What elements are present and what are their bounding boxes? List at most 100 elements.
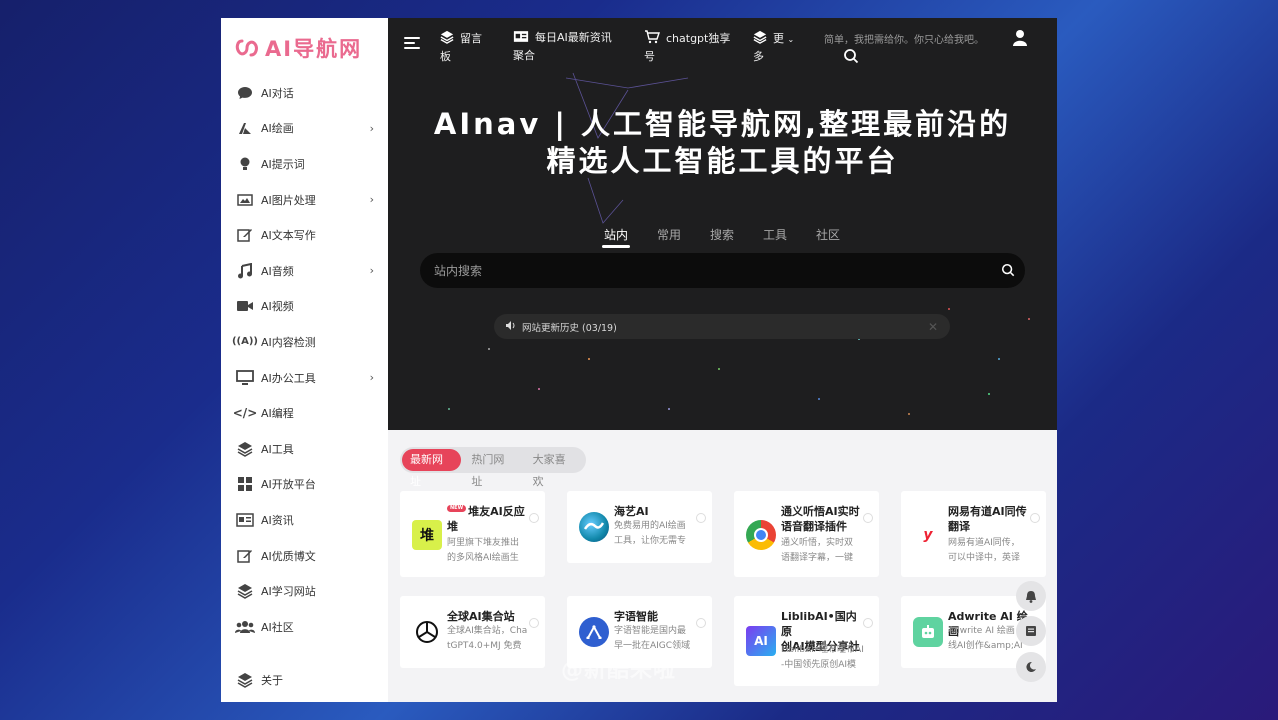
tab-favorites[interactable]: 大家喜欢: [525, 449, 584, 488]
tab-tools[interactable]: 工具: [763, 226, 816, 243]
card-desc-line: 早一批在AIGC领域: [614, 641, 691, 651]
site-card[interactable]: 通义听悟AI实时 语音翻译插件 通义听悟，实时双 语翻译字幕，一键: [734, 491, 879, 577]
chrome-logo-icon: [746, 520, 776, 550]
sidebar-item-about[interactable]: 关于: [221, 662, 388, 698]
sidebar-item-ai-audio[interactable]: AI音频 ›: [221, 253, 388, 289]
sidebar-item-label: AI学习网站: [261, 585, 316, 599]
code-icon: </>: [232, 406, 258, 421]
monitor-icon: [235, 369, 255, 387]
sidebar-item-label: AI开放平台: [261, 478, 316, 492]
sidebar-item-ai-blogs[interactable]: AI优质博文: [221, 538, 388, 574]
goto-icon[interactable]: [696, 618, 706, 628]
sidebar-item-ai-paint[interactable]: AI绘画 ›: [221, 111, 388, 147]
watermark-text: @新酷来啦: [561, 658, 677, 683]
menu-toggle-button[interactable]: [404, 37, 420, 51]
site-list-section: 最新网址 热门网址 大家喜欢 堆 NEW 堆友AI反应堆 阿里旗下堆友推出 的多风格…: [388, 430, 1057, 702]
antenna-icon: ((A)): [231, 336, 259, 348]
topnav-label: chatgpt独享: [666, 32, 731, 45]
sidebar-item-ai-community[interactable]: AI社区: [221, 609, 388, 645]
card-desc-line: Adwrite AI 绘画 |: [948, 626, 1021, 636]
sidebar-item-ai-writing[interactable]: AI文本写作: [221, 217, 388, 253]
duiyou-logo-icon: 堆: [412, 520, 442, 550]
sidebar-item-label: AI图片处理: [261, 193, 316, 207]
chat-bubble-icon: [235, 84, 255, 102]
card-desc: 免费易用的AI绘画 工具，让你无需专: [614, 519, 702, 549]
card-title: 网易有道AI同传 翻译: [948, 504, 1034, 534]
card-title-line: 字语智能: [614, 610, 658, 623]
site-card[interactable]: 海艺AI 免费易用的AI绘画 工具，让你无需专: [567, 491, 712, 563]
music-icon: [235, 262, 255, 280]
search-placeholder: 站内搜索: [434, 264, 483, 278]
sidebar-item-ai-prompt[interactable]: AI提示词: [221, 146, 388, 182]
sidebar-item-ai-open-platform[interactable]: AI开放平台: [221, 467, 388, 503]
site-card[interactable]: y 网易有道AI同传 翻译 网易有道AI同传， 可以中译中，英译: [901, 491, 1046, 577]
site-logo[interactable]: AI导航网: [235, 34, 362, 62]
search-icon[interactable]: [1001, 263, 1015, 280]
site-card[interactable]: 全球AI集合站 全球AI集合站，Cha tGPT4.0+MJ 免费: [400, 596, 545, 668]
sidebar-item-label: AI视频: [261, 300, 294, 314]
dark-mode-toggle-icon[interactable]: [1016, 652, 1046, 682]
topnav-more[interactable]: 更 ⌄ 多: [753, 30, 794, 65]
update-notice-bar[interactable]: 网站更新历史 (03/19) ✕: [494, 314, 950, 339]
sidebar-item-label: AI编程: [261, 407, 294, 421]
goto-icon[interactable]: [529, 618, 539, 628]
sidebar-item-ai-tools[interactable]: AI工具: [221, 431, 388, 467]
sidebar-item-ai-office[interactable]: AI办公工具 ›: [221, 360, 388, 396]
tab-latest[interactable]: 最新网址: [402, 449, 462, 488]
topnav-daily-news[interactable]: 每日AI最新资讯 聚合: [513, 30, 612, 64]
search-input[interactable]: 站内搜索: [420, 253, 1025, 288]
sidebar-item-ai-news[interactable]: AI资讯: [221, 502, 388, 538]
close-icon[interactable]: ✕: [928, 320, 938, 334]
sidebar-item-ai-image[interactable]: AI图片处理 ›: [221, 182, 388, 218]
card-title-line: 堆: [447, 520, 458, 533]
goto-icon[interactable]: [696, 513, 706, 523]
card-desc-line: 阿里旗下堆友推出: [447, 538, 520, 548]
topnav-label: 聚合: [513, 49, 535, 62]
user-icon[interactable]: [1012, 29, 1028, 50]
search-icon[interactable]: [843, 48, 859, 67]
card-title: 通义听悟AI实时 语音翻译插件: [781, 504, 867, 534]
youdao-logo-icon: y: [913, 520, 943, 550]
newspaper-icon[interactable]: [1016, 616, 1046, 646]
site-card[interactable]: AI LiblibAI•国内原 创AI模型分享社 LiblibAI•哩布哩布AI -…: [734, 596, 879, 686]
sidebar-item-ai-coding[interactable]: </> AI编程: [221, 395, 388, 431]
sidebar-item-label: AI工具: [261, 442, 294, 456]
card-desc-line: tGPT4.0+MJ 免费: [447, 641, 522, 651]
hero-title-line: 精选人工智能工具的平台: [546, 144, 899, 178]
tab-site[interactable]: 站内: [602, 226, 657, 248]
hero-title: AInav | 人工智能导航网,整理最前沿的 精选人工智能工具的平台: [388, 106, 1057, 180]
bell-icon[interactable]: [1016, 581, 1046, 611]
sidebar-item-ai-chat[interactable]: AI对话: [221, 75, 388, 111]
goto-icon[interactable]: [1030, 513, 1040, 523]
card-desc: 全球AI集合站，Cha tGPT4.0+MJ 免费: [447, 624, 535, 654]
card-desc-line: 全球AI集合站，Cha: [447, 626, 528, 636]
tab-search[interactable]: 搜索: [710, 226, 763, 243]
topnav-chatgpt-account[interactable]: chatgpt独享 号: [644, 30, 730, 65]
topnav-label: 留言: [460, 32, 482, 45]
openai-logo-icon: [412, 617, 442, 647]
site-card[interactable]: 堆 NEW 堆友AI反应堆 阿里旗下堆友推出 的多风格AI绘画生: [400, 491, 545, 577]
sidebar: AI导航网 AI对话 AI绘画 › AI提示词 AI图片处理 › AI文本写作 …: [221, 18, 388, 702]
card-desc-line: 通义听悟，实时双: [781, 538, 854, 548]
sidebar-item-label: AI对话: [261, 86, 294, 100]
goto-icon[interactable]: [863, 618, 873, 628]
sidebar-item-ai-detection[interactable]: ((A)) AI内容检测: [221, 324, 388, 360]
goto-icon[interactable]: [529, 513, 539, 523]
card-title-line: LiblibAI•国内原: [781, 610, 857, 638]
topbar-notice: 简单，我把需给你。你只心给我吧。: [824, 35, 984, 46]
card-desc: LiblibAI•哩布哩布AI -中国领先原创AI模: [781, 643, 869, 673]
card-title-line: 海艺AI: [614, 505, 649, 518]
chevron-right-icon: ›: [369, 121, 374, 135]
liblib-logo-icon: AI: [746, 626, 776, 656]
cart-icon: [644, 30, 660, 49]
tab-community[interactable]: 社区: [816, 226, 869, 243]
topnav-label: 号: [644, 50, 655, 63]
sidebar-item-ai-learning[interactable]: AI学习网站: [221, 573, 388, 609]
goto-icon[interactable]: [863, 513, 873, 523]
tab-popular[interactable]: 热门网址: [463, 449, 522, 488]
layers-icon: [235, 671, 255, 689]
topnav-guestbook[interactable]: 留言 板: [440, 30, 482, 65]
sidebar-item-ai-video[interactable]: AI视频: [221, 289, 388, 325]
tab-common[interactable]: 常用: [657, 226, 710, 243]
card-desc: 阿里旗下堆友推出 的多风格AI绘画生: [447, 536, 535, 566]
